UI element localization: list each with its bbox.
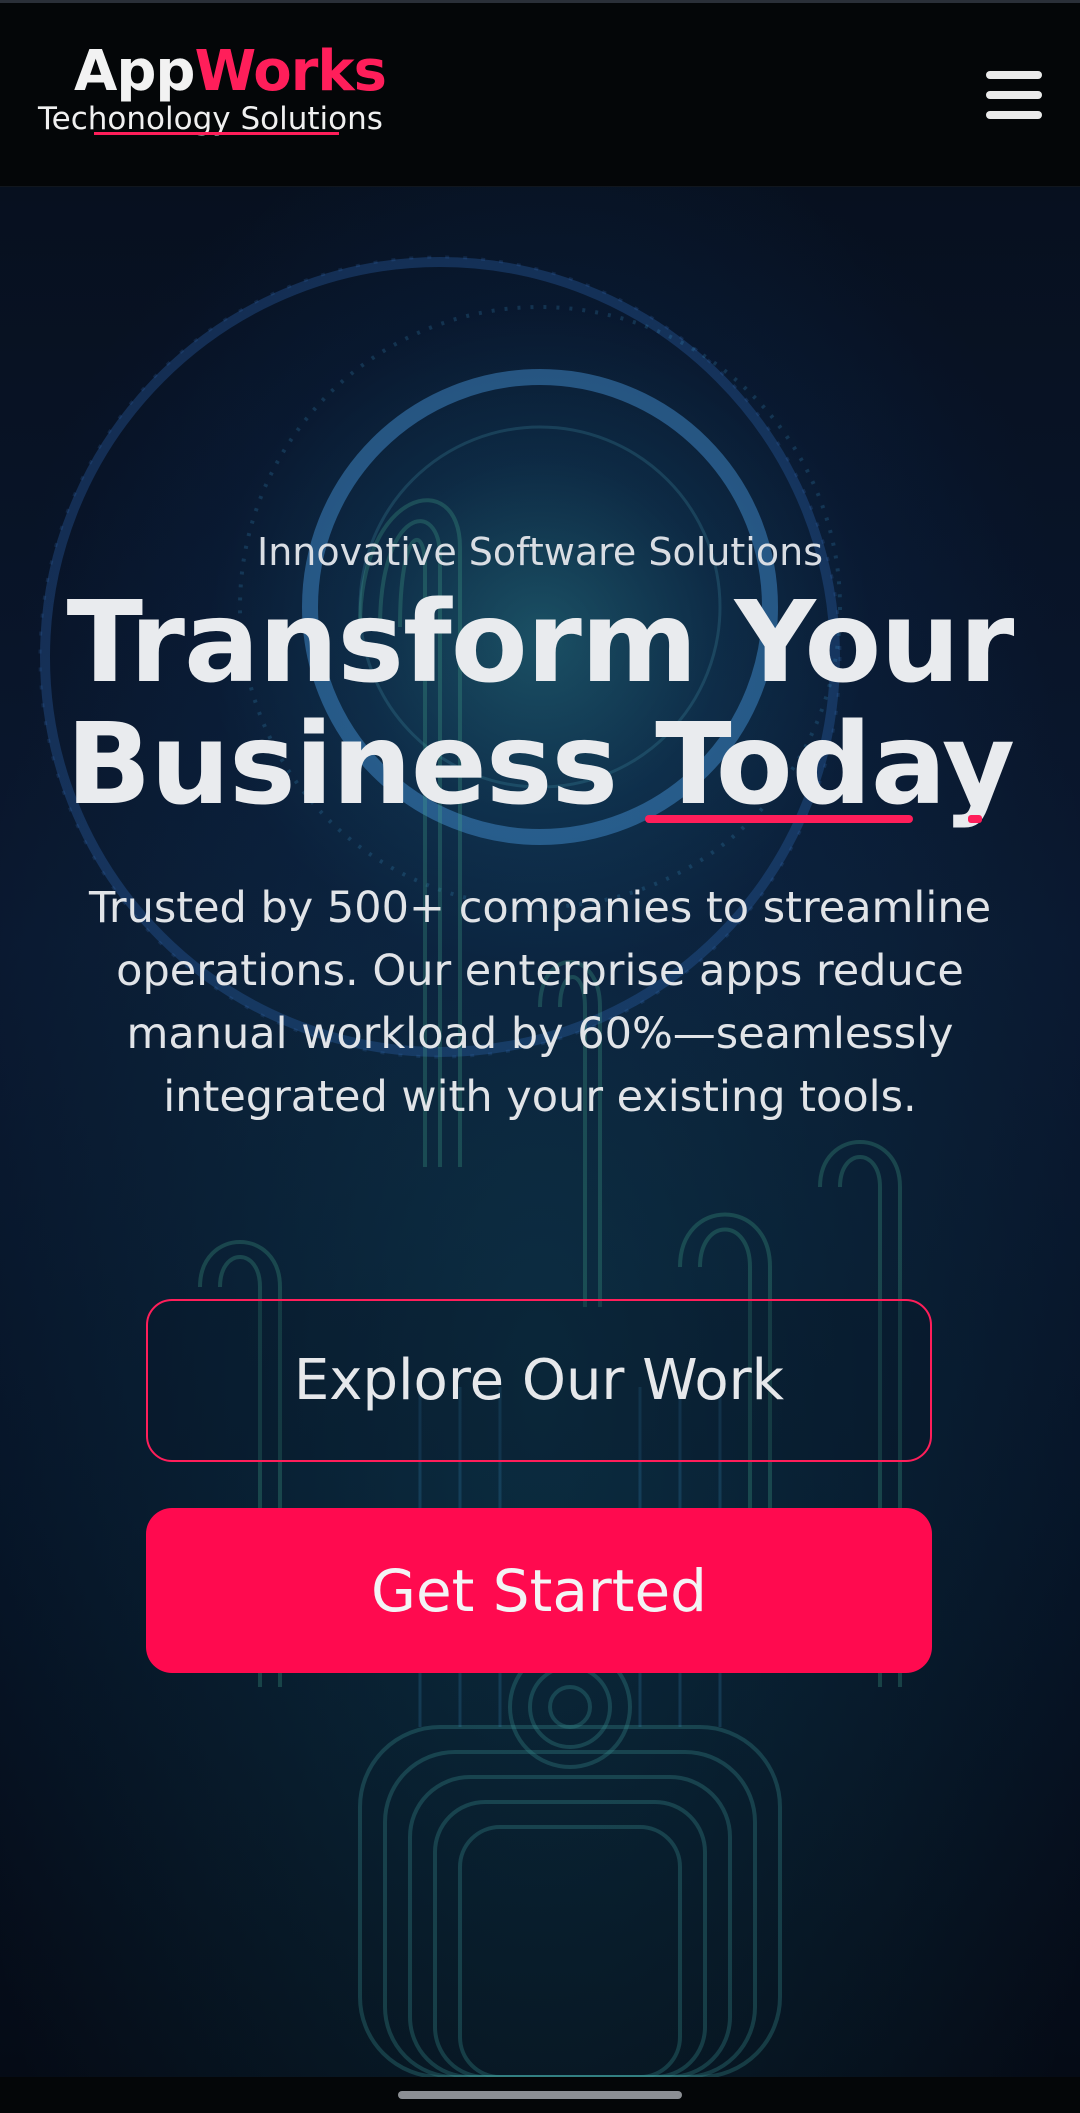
logo-name-part2: Works — [194, 39, 387, 104]
system-navigation-bar — [0, 2077, 1080, 2113]
logo-underline — [94, 132, 339, 135]
logo-name-part1: App — [74, 39, 196, 104]
home-gesture-pill[interactable] — [398, 2091, 682, 2099]
menu-bar — [986, 111, 1042, 119]
menu-bar — [986, 91, 1042, 99]
hero-subtitle: Innovative Software Solutions — [257, 530, 823, 574]
menu-bar — [986, 71, 1042, 79]
title-accent-dot — [968, 815, 982, 823]
hero-title-line2: Business Today — [66, 700, 1015, 830]
logo-name: AppWorks — [74, 37, 387, 107]
explore-our-work-button[interactable]: Explore Our Work — [146, 1299, 932, 1462]
title-accent-underline — [645, 815, 913, 823]
site-header: AppWorks Techonology Solutions — [0, 3, 1080, 187]
brand-logo[interactable]: AppWorks Techonology Solutions — [38, 37, 408, 147]
fingerprint-hand-background — [38, 255, 902, 2077]
hamburger-menu-icon[interactable] — [976, 63, 1056, 127]
get-started-button[interactable]: Get Started — [146, 1508, 932, 1673]
hero-description: Trusted by 500+ companies to streamline … — [88, 883, 992, 1122]
hero-section: Innovative Software Solutions Transform … — [0, 187, 1080, 2077]
hero-title-line1: Transform Your — [66, 578, 1015, 708]
hero-title: Transform Your Business Today — [0, 582, 1080, 826]
